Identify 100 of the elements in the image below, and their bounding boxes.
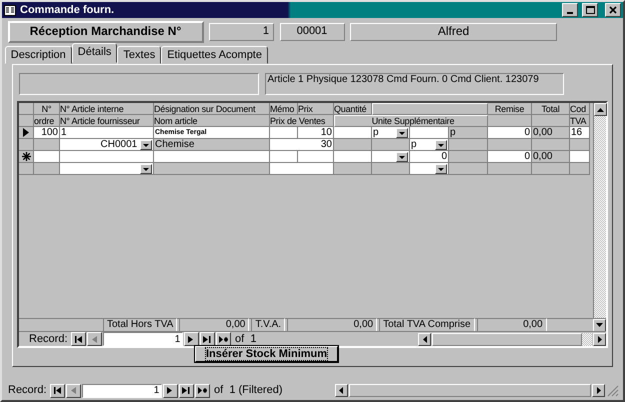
column-header: Remise [488,103,532,115]
table-cell [270,151,298,163]
total-label: Total Hors TVA [103,318,178,332]
total-value: 0,00 [476,318,547,332]
new-record-button[interactable] [195,384,210,398]
maximize-button[interactable] [582,3,598,18]
dropdown-arrow-icon [142,142,150,148]
column-header: Total [532,103,570,115]
down-arrow-icon [596,323,603,327]
column-header: Mémo [270,103,298,115]
previous-record-icon [70,387,78,394]
table-cell [372,163,410,175]
dropdown-arrow-icon [142,166,150,172]
unit-combo[interactable] [410,163,449,175]
vat-code-cell[interactable]: 16 [570,127,590,139]
maximize-icon [586,6,595,14]
discount-cell[interactable]: 0 [488,151,532,163]
column-header: Désignation sur Document [154,103,270,115]
table-cell [334,127,372,139]
column-header: N° [34,103,60,115]
scroll-down-button[interactable] [593,318,606,332]
table-cell [334,139,372,151]
table-cell [488,139,532,151]
first-record-icon [54,387,62,394]
form-heading: Réception Marchandise N° [8,21,204,44]
close-button[interactable] [605,3,621,18]
first-record-button[interactable] [50,384,66,398]
record-label: Record: [29,332,68,346]
last-record-button[interactable] [179,384,194,398]
discount-cell[interactable]: 0 [488,127,532,139]
scroll-right-button[interactable] [593,332,606,346]
last-record-button[interactable] [200,332,216,346]
number-field[interactable]: 1 [209,23,274,42]
previous-record-button[interactable] [87,332,102,346]
first-record-button[interactable] [71,332,86,346]
article-name-cell[interactable]: Chemise [154,139,270,151]
table-cell [449,163,488,175]
dropdown-arrow-icon [398,154,406,160]
table-cell [270,127,298,139]
unit-combo[interactable] [372,151,410,163]
previous-record-button[interactable] [66,384,82,398]
up-arrow-icon [597,108,604,112]
quantity-cell[interactable]: 0 [410,151,449,163]
unit-cell[interactable]: p [449,127,488,139]
table-cell [532,139,570,151]
form-icon [4,4,16,16]
table-cell [570,139,590,151]
scroll-right-button[interactable] [592,384,605,397]
tab[interactable]: Etiquettes Acompte [161,46,268,64]
total-cell[interactable]: 0,00 [532,151,570,163]
insert-stock-button[interactable]: Insérer Stock Minimum [195,346,338,362]
scroll-left-button[interactable] [418,332,432,346]
scroll-up-button[interactable] [594,103,607,116]
code-field[interactable]: 00001 [280,23,344,42]
next-record-button[interactable] [184,332,200,346]
last-record-icon [182,387,192,394]
new-record-icon [218,336,229,342]
unit-combo[interactable]: p [410,139,449,151]
record-label: Record: [8,384,47,397]
table-cell [570,151,590,163]
scroll-thumb[interactable] [432,332,582,346]
price-cell[interactable]: 10 [298,127,334,139]
current-record-icon [23,128,29,137]
table-cell [334,163,372,175]
order-cell[interactable]: 100 [34,127,60,139]
tab[interactable]: Textes [117,46,162,64]
close-icon [609,6,617,14]
tab[interactable]: Description [4,46,72,64]
last-record-icon [202,336,213,342]
dropdown-arrow-icon [437,142,445,148]
article-info-field: Article 1 Physique 123078 Cmd Fourn. 0 Cmd Client. 123079 [264,73,564,95]
total-cell[interactable]: 0,00 [532,127,570,139]
record-count: of 1 (Filtered) [214,384,282,397]
record-number-field[interactable]: 1 [103,332,184,346]
right-arrow-icon [598,336,602,342]
name-field[interactable]: Alfred [350,23,557,42]
table-cell [334,151,372,163]
unit-combo[interactable]: p [372,127,410,139]
minimize-button[interactable] [562,3,578,18]
left-arrow-icon [339,387,343,394]
record-number-field[interactable]: 1 [82,384,162,398]
total-label: T.V.A. [251,318,286,332]
table-cell [532,163,570,175]
new-record-button[interactable] [216,332,232,346]
scroll-track[interactable] [582,332,592,346]
scroll-thumb[interactable] [348,384,591,397]
supplier-article-combo[interactable] [60,163,154,175]
next-record-button[interactable] [163,384,178,398]
record-count: of 1 [235,332,256,346]
column-header: Prix [298,103,334,115]
table-cell [372,139,410,151]
previous-record-icon [90,336,99,342]
scroll-left-button[interactable] [334,384,348,397]
window-title: Commande fourn. [20,4,116,16]
tab[interactable]: Détails [72,43,118,63]
article-cell[interactable]: 1 [60,127,154,139]
dropdown-arrow-icon [398,130,406,136]
table-cell [488,163,532,175]
supplier-article-combo[interactable]: CH0001 [60,139,154,151]
sale-price-cell[interactable]: 30 [270,139,334,151]
